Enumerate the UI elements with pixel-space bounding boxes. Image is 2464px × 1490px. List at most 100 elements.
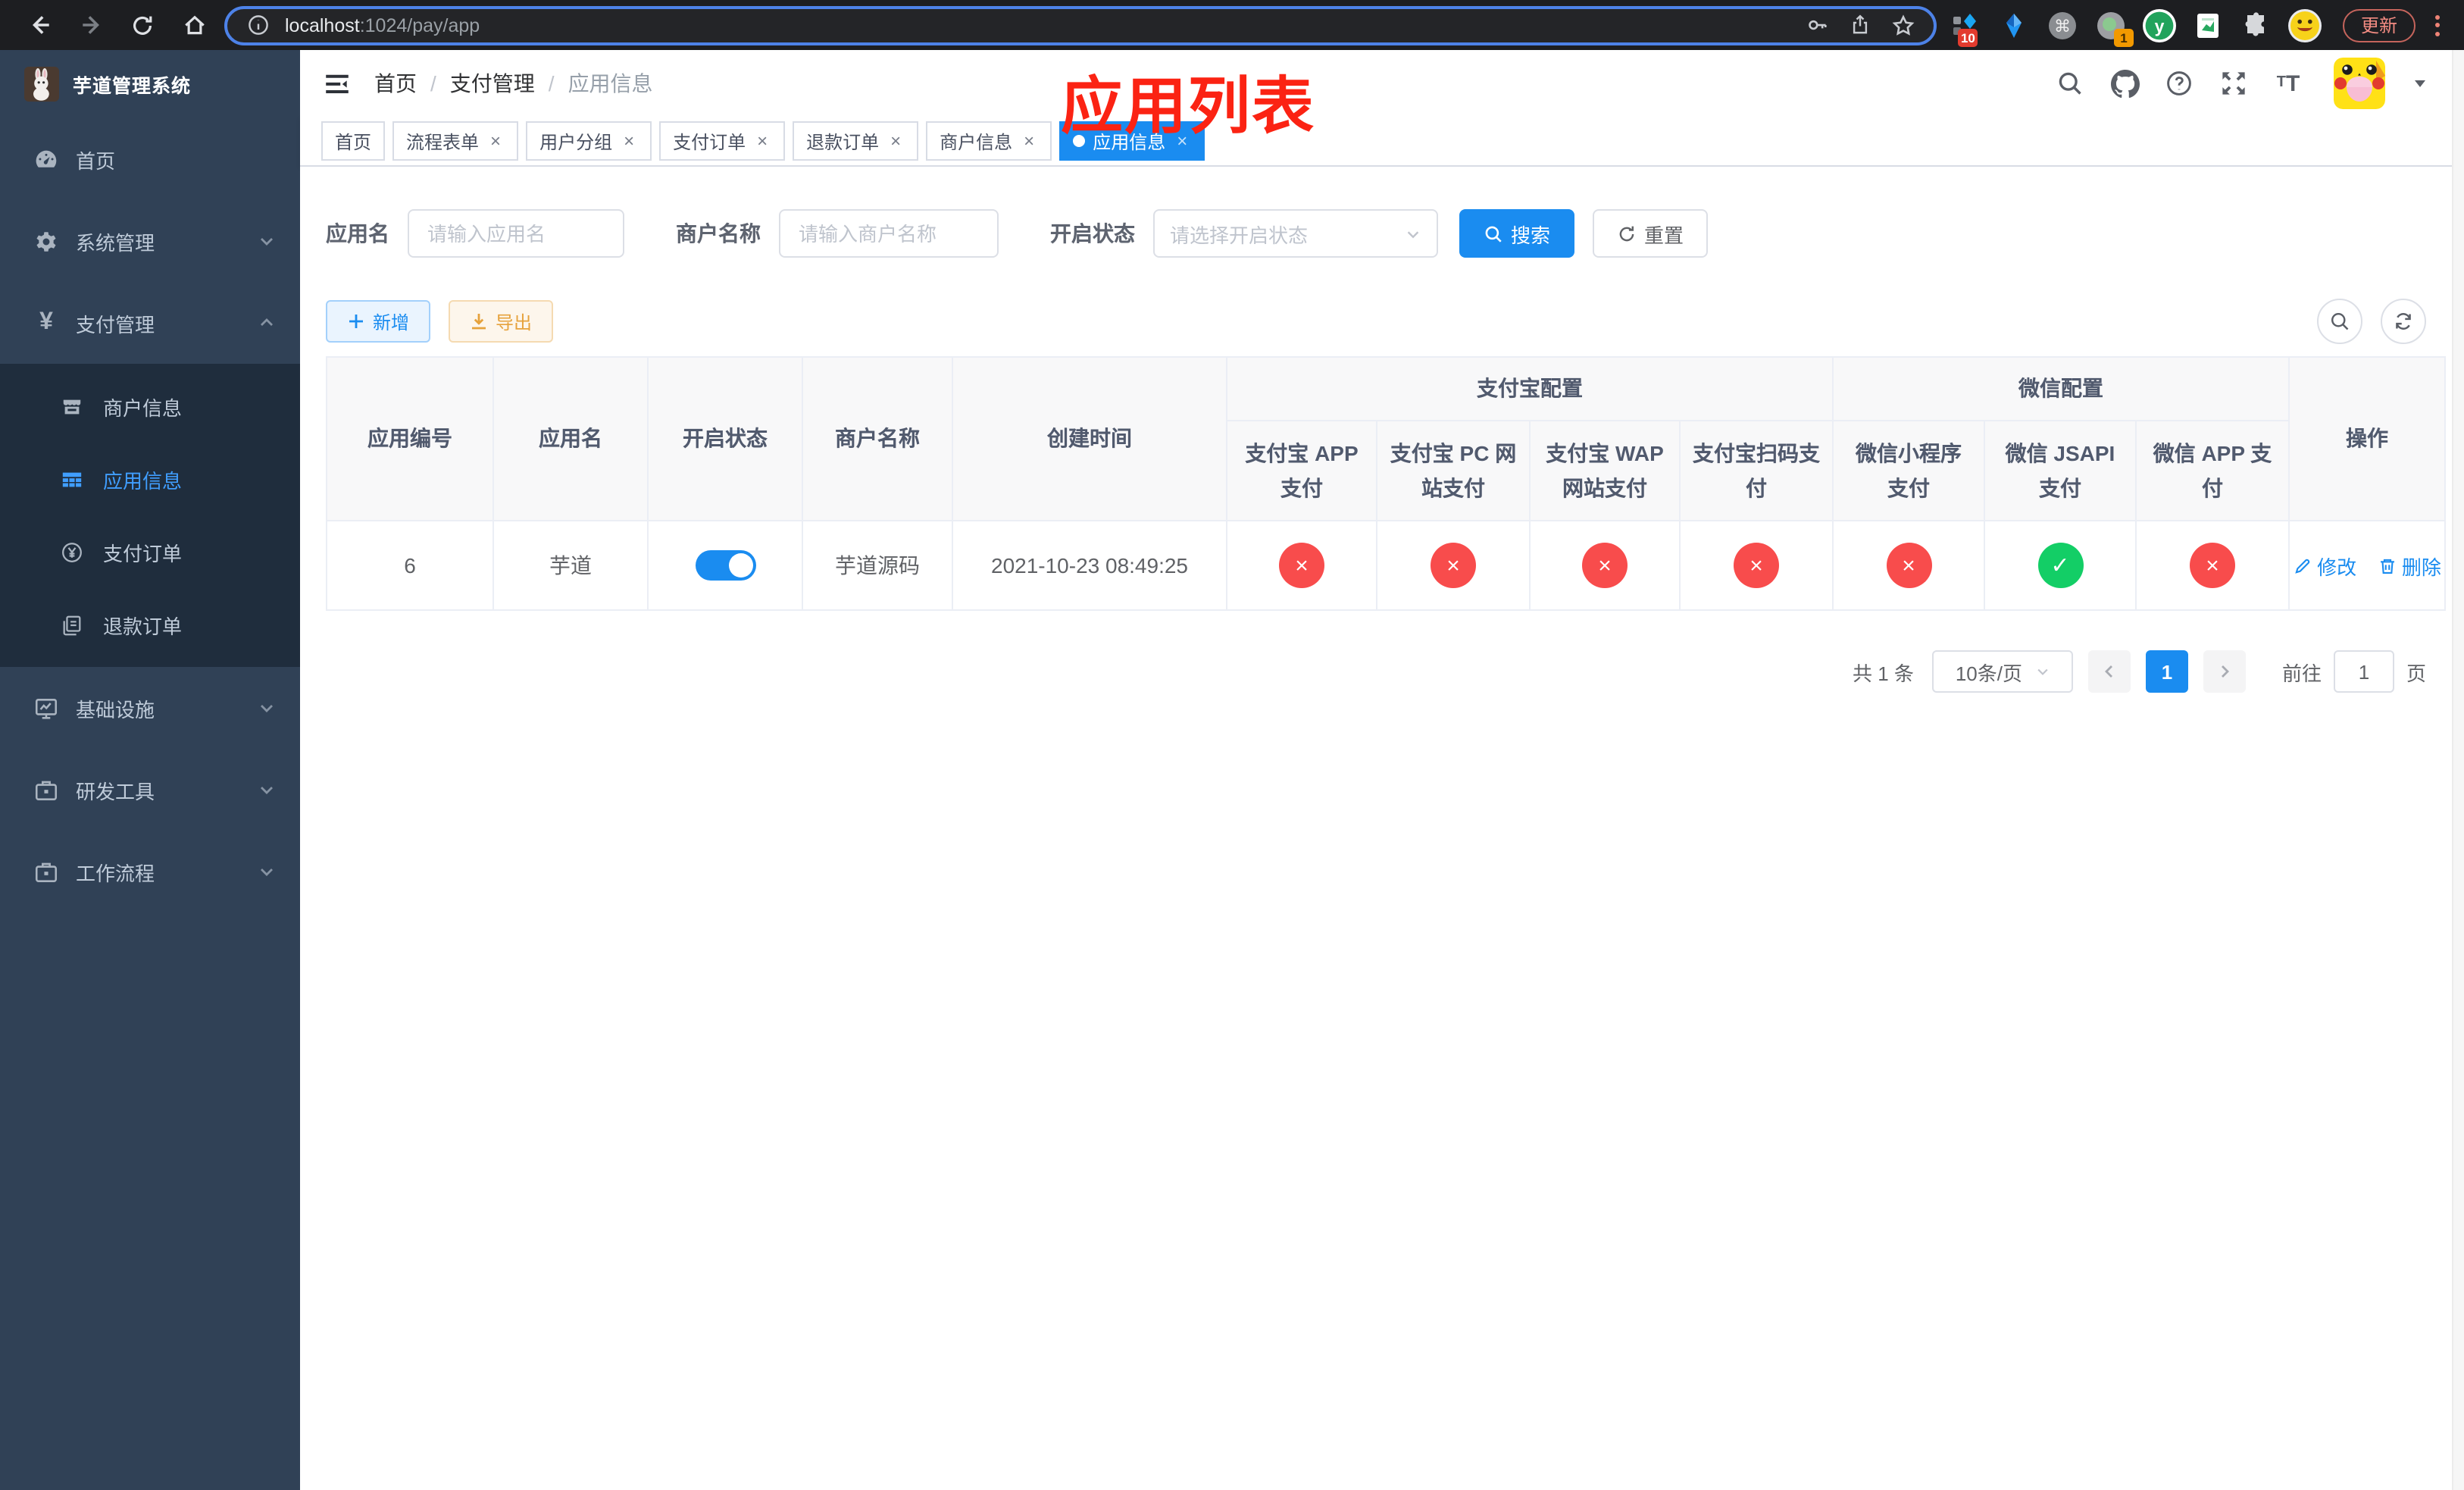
group-alipay-config: 支付宝配置 [1226,356,1834,421]
status-label: 开启状态 [1050,221,1135,246]
svg-text:y: y [2155,15,2165,35]
group-wechat-config: 微信配置 [1831,356,2290,421]
address-bar[interactable]: localhost:1024/pay/app [224,5,1937,45]
status-select[interactable]: 请选择开启状态 [1153,209,1438,258]
user-avatar[interactable] [2334,58,2385,109]
tab-pay-orders[interactable]: 支付订单 [659,121,786,161]
sidebar-item-dev-tools[interactable]: 研发工具 [0,749,300,831]
col-wechat-mini: 微信小程序支付 [1832,420,1985,521]
search-icon[interactable] [2055,68,2085,99]
close-icon[interactable] [620,132,638,150]
edit-link[interactable]: 修改 [2293,551,2356,580]
close-icon[interactable] [753,132,771,150]
font-size-icon[interactable]: TT [2273,68,2303,99]
tab-user-group[interactable]: 用户分组 [526,121,652,161]
fullscreen-icon[interactable] [2219,68,2249,99]
pagination: 共 1 条 10条/页 1 前往 1 页 [326,650,2426,693]
page-number-button[interactable]: 1 [2145,650,2188,693]
site-info-icon[interactable] [242,10,273,40]
cell-app-name: 芋道 [492,520,649,611]
browser-back-button[interactable] [18,4,61,46]
sidebar-item-refund-orders[interactable]: 退款订单 [0,588,300,661]
show-search-button[interactable] [2317,299,2362,344]
col-alipay-qr: 支付宝扫码支付 [1679,420,1834,521]
scrollbar[interactable] [2452,50,2464,1490]
status-alipay-wap-icon: × [1582,543,1628,588]
browser-update-button[interactable]: 更新 [2342,8,2416,42]
github-icon[interactable] [2109,68,2140,99]
sidebar-collapse-icon[interactable] [321,68,352,99]
extension-recorder-icon[interactable]: 1 [2091,5,2134,46]
close-icon[interactable] [886,132,905,150]
refresh-button[interactable] [2381,299,2426,344]
col-app-id: 应用编号 [326,356,494,521]
svg-text:⌘: ⌘ [2054,17,2071,36]
tab-process-form[interactable]: 流程表单 [392,121,519,161]
merchant-name-input[interactable] [779,209,999,258]
help-icon[interactable] [2164,68,2194,99]
extension-green-doc-icon[interactable] [2188,5,2228,45]
extensions-puzzle-icon[interactable] [2237,5,2276,45]
breadcrumb-home[interactable]: 首页 [374,68,417,99]
table-group-header-row: 应用编号 应用名 开启状态 商户名称 创建时间 支付宝配置 微信配置 操作 [326,356,2447,521]
chevron-down-icon [2034,664,2050,679]
browser-toolbar: localhost:1024/pay/app 10 ⌘ 1 y 更新 [0,0,2464,50]
reset-button[interactable]: 重置 [1593,209,1709,258]
cell-app-id: 6 [326,520,494,611]
yen-circle-icon [61,540,83,563]
extension-command-icon[interactable]: ⌘ [2043,5,2082,45]
sidebar-item-payment[interactable]: ¥ 支付管理 [0,282,300,364]
delete-link[interactable]: 删除 [2378,551,2441,580]
url-text: localhost:1024/pay/app [285,14,480,36]
search-button[interactable]: 搜索 [1459,209,1575,258]
breadcrumb-payment[interactable]: 支付管理 [450,68,535,99]
browser-reload-button[interactable] [121,4,164,46]
close-icon[interactable] [486,132,505,150]
content-area: 应用名 商户名称 开启状态 请选择开启状态 搜索 [300,167,2452,1490]
sidebar-item-system[interactable]: 系统管理 [0,200,300,282]
monitor-chart-icon [33,695,59,721]
col-created: 创建时间 [952,356,1227,521]
sidebar-item-workflow[interactable]: 工作流程 [0,831,300,912]
page-annotation-title: 应用列表 [1061,71,1315,141]
extension-kite-icon[interactable] [1994,5,2034,45]
password-key-icon[interactable] [1803,10,1834,40]
briefcase-icon [33,859,59,884]
breadcrumb: 首页 / 支付管理 / 应用信息 [374,68,653,99]
tab-merchant-info[interactable]: 商户信息 [926,121,1052,161]
main-panel: 首页 / 支付管理 / 应用信息 T T 首页 流程表单 × 用户分组 × 支付… [300,50,2464,1490]
avatar-caret-down-icon[interactable] [2412,76,2428,91]
sidebar-item-pay-orders[interactable]: 支付订单 [0,515,300,588]
tab-refund-orders[interactable]: 退款订单 [793,121,919,161]
bookmark-star-icon[interactable] [1888,10,1918,40]
extension-green-y-icon[interactable]: y [2140,5,2179,45]
sidebar-item-app-info[interactable]: 应用信息 [0,443,300,515]
goto-page-input[interactable] [2333,650,2394,693]
browser-home-button[interactable] [173,4,215,46]
prev-page-button[interactable] [2087,650,2131,693]
page-size-select[interactable]: 10条/页 [1931,650,2073,693]
tab-home[interactable]: 首页 [321,121,386,161]
col-app-name: 应用名 [492,356,649,521]
sidebar-item-home[interactable]: 首页 [0,118,300,200]
col-wechat-app: 微信 APP 支付 [2134,420,2290,521]
browser-menu-icon[interactable] [2425,14,2449,36]
enabled-switch[interactable] [695,550,755,581]
share-icon[interactable] [1846,10,1876,40]
chevron-down-icon [258,232,276,250]
add-button[interactable]: 新增 [326,300,431,343]
extension-badge: 10 [1957,28,1978,46]
briefcase-icon [33,777,59,803]
close-icon[interactable] [1020,132,1038,150]
profile-avatar[interactable] [2285,5,2325,45]
next-page-button[interactable] [2203,650,2246,693]
app-logo[interactable]: 芋道管理系统 [0,50,300,118]
sidebar-item-infrastructure[interactable]: 基础设施 [0,667,300,749]
chevron-down-icon [258,699,276,717]
extension-blue-diamond-icon[interactable]: 10 [1946,5,1985,46]
export-button[interactable]: 导出 [449,300,554,343]
sidebar-item-merchant-info[interactable]: 商户信息 [0,370,300,443]
app-name-input[interactable] [408,209,624,258]
screen: localhost:1024/pay/app 10 ⌘ 1 y 更新 芋道管理系… [0,0,2464,1490]
browser-forward-button[interactable] [70,4,112,46]
